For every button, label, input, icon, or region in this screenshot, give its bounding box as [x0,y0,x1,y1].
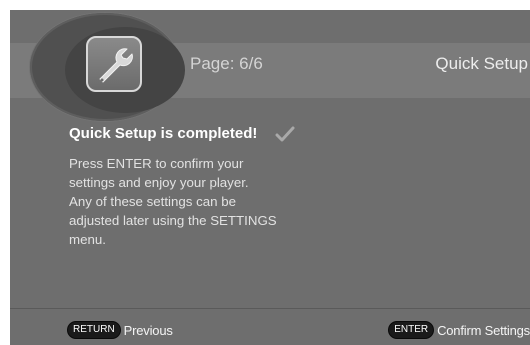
previous-button[interactable]: RETURN Previous [67,321,173,339]
instruction-line: menu. [69,232,106,247]
previous-label: Previous [123,322,173,338]
instruction-line: adjusted later using the SETTINGS [69,213,277,228]
enter-key-badge: ENTER [388,321,435,339]
tv-screen: Page: 6/6 Quick Setup Quick Setup is com… [0,0,530,345]
page-indicator: Page: 6/6 [190,54,263,73]
instruction-line: Any of these settings can be [69,194,237,209]
settings-emblem [30,13,185,121]
return-key-badge: RETURN [67,321,121,339]
completion-heading: Quick Setup is completed! [69,125,258,142]
checkmark-icon [275,126,295,142]
confirm-settings-button[interactable]: ENTER Confirm Settings [388,321,530,339]
instruction-line: Press ENTER to confirm your [69,156,244,171]
confirm-settings-label: Confirm Settings [437,322,530,338]
footer-divider [10,308,530,309]
settings-tile [86,36,142,92]
instruction-text: Press ENTER to confirm your settings and… [69,154,329,249]
wrench-icon [99,48,133,83]
instruction-line: settings and enjoy your player. [69,175,249,190]
quick-setup-panel: Page: 6/6 Quick Setup Quick Setup is com… [10,10,530,345]
page-title: Quick Setup [435,54,528,73]
